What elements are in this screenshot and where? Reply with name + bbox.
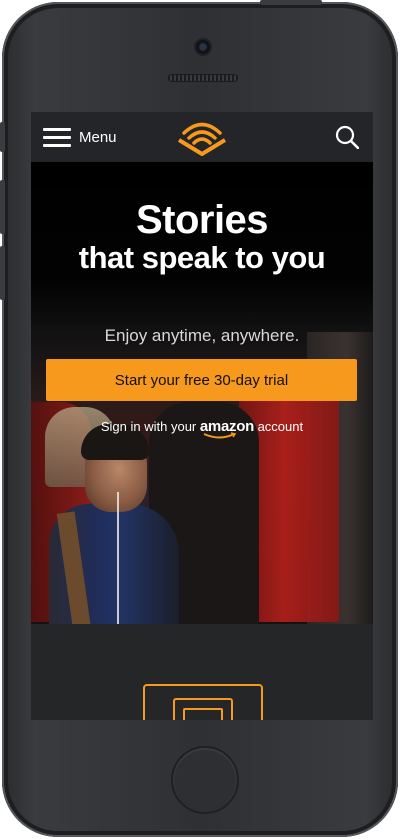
devices-icon-inner — [173, 698, 233, 720]
signin-suffix: account — [257, 419, 304, 434]
content-section — [31, 624, 373, 720]
devices-icon-screen — [183, 708, 223, 720]
hero-banner: Stories that speak to you Enjoy anytime,… — [31, 162, 373, 624]
amazon-logo: amazon — [200, 418, 254, 439]
menu-label: Menu — [79, 128, 117, 146]
search-icon[interactable] — [335, 125, 359, 149]
power-button — [260, 0, 322, 5]
mute-switch — [0, 122, 5, 152]
phone-screen: Menu Stories that speak to you Enjoy any… — [31, 112, 373, 720]
amazon-smile-icon — [203, 432, 237, 439]
front-camera — [196, 40, 210, 54]
hamburger-icon — [43, 126, 71, 148]
earpiece-speaker — [168, 74, 238, 82]
signin-prefix: Sign in with your — [100, 419, 197, 434]
hero-subheadline: that speak to you — [78, 240, 326, 275]
top-navigation-bar: Menu — [31, 112, 373, 162]
devices-icon — [143, 684, 263, 720]
hero-headline: Stories — [135, 198, 269, 242]
audible-logo-icon[interactable] — [175, 122, 229, 156]
hero-earphone-cable — [117, 492, 119, 624]
home-button[interactable] — [171, 746, 239, 814]
menu-button[interactable]: Menu — [43, 124, 117, 150]
amazon-signin-link[interactable]: Sign in with your amazon account — [31, 418, 373, 439]
volume-down-button — [0, 246, 5, 300]
free-trial-button[interactable]: Start your free 30-day trial — [46, 359, 357, 401]
volume-up-button — [0, 180, 5, 234]
hero-tagline: Enjoy anytime, anywhere. — [104, 326, 300, 345]
